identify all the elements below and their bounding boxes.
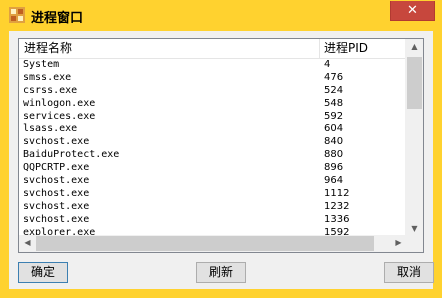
process-name: svchost.exe [23,213,90,225]
table-row[interactable]: smss.exe 476 [19,71,407,84]
process-pid: 896 [324,162,344,174]
vertical-scrollbar[interactable]: ▲ ▼ [405,39,423,235]
process-name: svchost.exe [23,136,90,148]
table-row[interactable]: QQPCRTP.exe 896 [19,161,407,174]
close-icon: ✕ [407,3,418,18]
process-name: smss.exe [23,71,72,83]
process-pid: 1112 [324,187,350,199]
process-pid: 476 [324,71,344,83]
cancel-button[interactable]: 取消 [384,262,434,283]
process-name: QQPCRTP.exe [23,162,90,174]
scroll-up-icon[interactable]: ▲ [406,42,423,51]
table-row[interactable]: services.exe 592 [19,110,407,123]
table-row[interactable]: svchost.exe 1336 [19,213,407,226]
table-row[interactable]: System 4 [19,58,407,71]
process-name: svchost.exe [23,175,90,187]
list-rows: System 4 smss.exe 476 csrss.exe 524 winlogon.e… [19,58,407,238]
close-button[interactable]: ✕ [390,1,435,21]
horizontal-scrollbar[interactable]: ◀ ▶ [19,235,407,252]
scroll-left-icon[interactable]: ◀ [19,238,36,247]
table-row[interactable]: svchost.exe 840 [19,135,407,148]
horizontal-scroll-thumb[interactable] [36,236,374,251]
title-bar[interactable]: 进程窗口 ✕ [1,1,441,31]
scroll-right-icon[interactable]: ▶ [390,238,407,247]
process-pid: 1336 [324,213,350,225]
client-area: 进程名称 进程PID System 4 smss.exe 476 csrss.exe 52… [9,31,434,289]
process-list[interactable]: 进程名称 进程PID System 4 smss.exe 476 csrss.exe 52… [18,38,424,253]
process-name: BaiduProtect.exe [23,149,120,161]
vertical-scroll-thumb[interactable] [407,57,422,109]
process-pid: 524 [324,84,344,96]
table-row[interactable]: BaiduProtect.exe 880 [19,148,407,161]
table-row[interactable]: lsass.exe 604 [19,122,407,135]
process-name: services.exe [23,110,96,122]
process-name: lsass.exe [23,123,78,135]
process-pid: 840 [324,136,344,148]
column-header-name[interactable]: 进程名称 [19,39,319,58]
app-icon [9,7,25,23]
process-pid: 592 [324,110,344,122]
column-header-pid[interactable]: 进程PID [319,39,407,58]
list-header: 进程名称 进程PID [19,39,407,59]
table-row[interactable]: svchost.exe 964 [19,174,407,187]
process-name: svchost.exe [23,200,90,212]
table-row[interactable]: winlogon.exe 548 [19,97,407,110]
process-window: 进程窗口 ✕ 进程名称 进程PID System 4 smss.exe 476 csrs… [0,0,442,298]
process-pid: 880 [324,149,344,161]
table-row[interactable]: svchost.exe 1232 [19,200,407,213]
process-pid: 4 [324,59,331,70]
refresh-button[interactable]: 刷新 [196,262,246,283]
scrollbar-corner [406,235,423,252]
ok-button[interactable]: 确定 [18,262,68,283]
process-name: svchost.exe [23,187,90,199]
process-pid: 1232 [324,200,350,212]
process-pid: 604 [324,123,344,135]
process-name: System [23,59,60,70]
table-row[interactable]: csrss.exe 524 [19,84,407,97]
process-pid: 548 [324,97,344,109]
scroll-down-icon[interactable]: ▼ [406,224,423,233]
process-pid: 964 [324,175,344,187]
process-name: winlogon.exe [23,97,96,109]
table-row[interactable]: svchost.exe 1112 [19,187,407,200]
process-name: csrss.exe [23,84,78,96]
window-title: 进程窗口 [31,11,84,26]
